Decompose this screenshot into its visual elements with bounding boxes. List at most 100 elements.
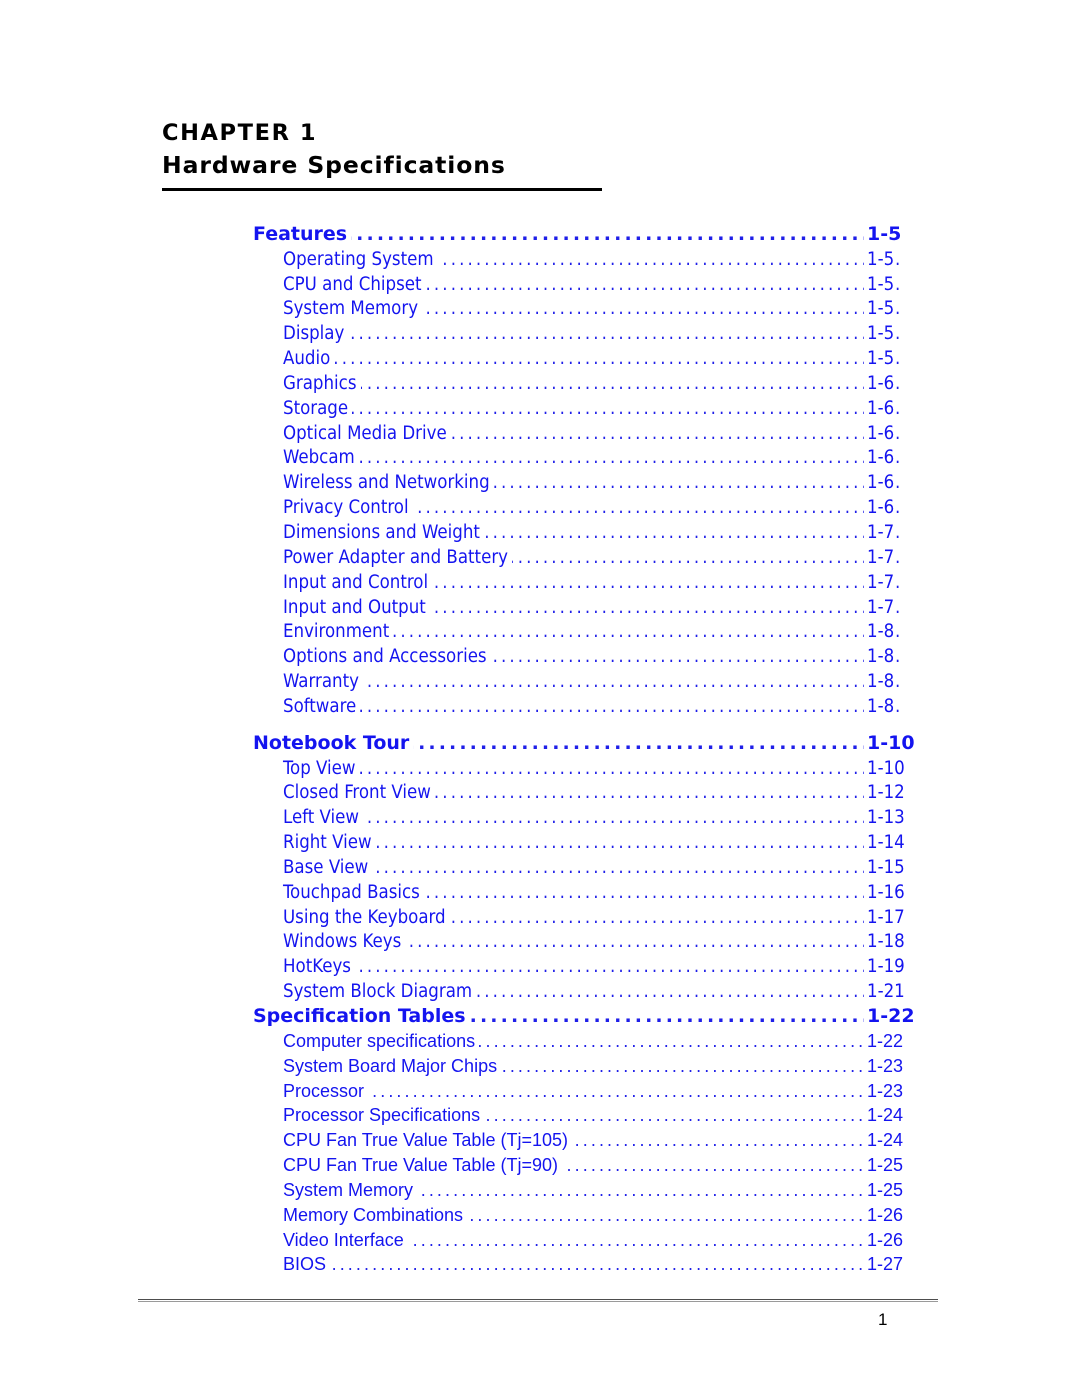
toc-entry-label: HotKeys	[283, 956, 355, 978]
toc-entry-label: CPU and Chipset	[283, 273, 426, 295]
toc-entry[interactable]: ........................................…	[0, 222, 1080, 247]
dot-leader: ........................................…	[283, 956, 900, 978]
toc-entry[interactable]: ........................................…	[0, 495, 1080, 520]
toc-entry-page-number: 1-16	[864, 881, 905, 903]
toc-entry-page-number: 1-6	[864, 472, 895, 494]
toc-entry-page-number: 1-5	[864, 323, 895, 345]
toc-entry-page-number: 1-14	[864, 832, 905, 854]
toc-entry-label: Touchpad Basics	[283, 881, 424, 903]
toc-entry-label: BIOS	[283, 1254, 331, 1276]
toc-entry[interactable]: ........................................…	[0, 371, 1080, 396]
toc-entry-page-number: 1-24	[864, 1130, 904, 1152]
toc-entry-label: Specification Tables	[253, 1005, 470, 1027]
toc-entry-page-number: 1-15	[864, 856, 905, 878]
toc-entry-page-number: 1-12	[864, 782, 905, 804]
toc-entry-label: Notebook Tour	[253, 731, 414, 754]
toc-entry[interactable]: ........................................…	[0, 1079, 1080, 1104]
toc-entry[interactable]: ........................................…	[0, 1153, 1080, 1178]
toc-entry-label: Optical Media Drive	[283, 422, 451, 444]
toc-entry[interactable]: ........................................…	[0, 446, 1080, 471]
toc-entry-label: Dimensions and Weight	[283, 521, 484, 543]
toc-entry[interactable]: ........................................…	[0, 694, 1080, 719]
toc-entry-page-number: 1-10	[864, 757, 905, 779]
toc-entry[interactable]: ........................................…	[0, 1104, 1080, 1129]
toc-entry-page-number: 1-27	[864, 1254, 904, 1276]
toc-section-gap	[0, 719, 1080, 731]
toc-entry[interactable]: ........................................…	[0, 396, 1080, 421]
toc-entry[interactable]: ........................................…	[0, 346, 1080, 371]
dot-leader: ........................................…	[283, 348, 900, 370]
toc-entry-page-number: 1-7	[864, 571, 895, 593]
toc-entry[interactable]: ........................................…	[0, 520, 1080, 545]
toc-entry[interactable]: ........................................…	[0, 669, 1080, 694]
toc-entry-page-number: 1-17	[864, 906, 905, 928]
toc-entry[interactable]: ........................................…	[0, 954, 1080, 979]
toc-entry[interactable]: ........................................…	[0, 855, 1080, 880]
toc-entry[interactable]: ........................................…	[0, 595, 1080, 620]
toc-entry[interactable]: ........................................…	[0, 1054, 1080, 1079]
toc-entry-page-number: 1-5	[864, 222, 902, 245]
toc-entry[interactable]: ........................................…	[0, 1178, 1080, 1203]
toc-entry[interactable]: ........................................…	[0, 930, 1080, 955]
dot-leader: ........................................…	[283, 372, 900, 394]
toc-entry[interactable]: ........................................…	[0, 1228, 1080, 1253]
toc-entry-label: Processor	[283, 1080, 369, 1102]
dot-leader: ........................................…	[283, 807, 900, 829]
dot-leader: ........................................…	[283, 1254, 900, 1275]
dot-leader: ........................................…	[283, 323, 900, 345]
toc-entry-label: Software	[283, 695, 361, 717]
toc-entry[interactable]: ........................................…	[0, 1253, 1080, 1278]
toc-entry-page-number: 1-6	[864, 372, 895, 394]
toc-entry[interactable]: ........................................…	[0, 880, 1080, 905]
toc-entry[interactable]: ........................................…	[0, 620, 1080, 645]
toc-entry-page-number: 1-10	[864, 731, 915, 754]
toc-entry-page-number: 1-8	[864, 621, 895, 643]
toc-entry[interactable]: ........................................…	[0, 731, 1080, 756]
toc-entry[interactable]: ........................................…	[0, 805, 1080, 830]
toc-entry-page-number: 1-5	[864, 298, 895, 320]
toc-entry-label: Environment	[283, 621, 394, 643]
toc-entry-page-number: 1-6	[864, 397, 895, 419]
toc-entry-label: Processor Specifications	[283, 1105, 485, 1127]
toc-entry[interactable]: ........................................…	[0, 1004, 1080, 1029]
toc-entry-page-number: 1-18	[864, 931, 905, 953]
toc-entry-label: CPU Fan True Value Table (Tj=105)	[283, 1130, 572, 1152]
toc-entry-page-number: 1-13	[864, 807, 905, 829]
toc-entry[interactable]: ........................................…	[0, 1128, 1080, 1153]
toc-entry-page-number: 1-7	[864, 521, 895, 543]
toc-entry-label: Right View	[283, 832, 376, 854]
toc-entry[interactable]: ........................................…	[0, 297, 1080, 322]
toc-entry[interactable]: ........................................…	[0, 830, 1080, 855]
toc-entry[interactable]: ........................................…	[0, 272, 1080, 297]
toc-entry-page-number: 1-5	[864, 273, 895, 295]
footer-rule	[138, 1299, 938, 1300]
toc-entry[interactable]: ........................................…	[0, 781, 1080, 806]
toc-entry-label: Windows Keys	[283, 931, 406, 953]
toc-entry[interactable]: ........................................…	[0, 644, 1080, 669]
toc-entry[interactable]: ........................................…	[0, 421, 1080, 446]
toc-entry-page-number: 1-5	[864, 248, 895, 270]
footer-rule-shadow	[138, 1301, 938, 1302]
toc-entry[interactable]: ........................................…	[0, 979, 1080, 1004]
dot-leader: ........................................…	[283, 856, 900, 878]
dot-leader: ........................................…	[283, 695, 900, 717]
toc-entry[interactable]: ........................................…	[0, 247, 1080, 272]
toc-entry-label: Features	[253, 222, 352, 245]
toc-entry[interactable]: ........................................…	[0, 570, 1080, 595]
toc-entry[interactable]: ........................................…	[0, 470, 1080, 495]
toc-entry-label: CPU Fan True Value Table (Tj=90)	[283, 1155, 562, 1177]
table-of-contents: ........................................…	[0, 222, 1080, 1277]
toc-entry[interactable]: ........................................…	[0, 545, 1080, 570]
toc-entry-label: Input and Control	[283, 571, 433, 593]
toc-entry[interactable]: ........................................…	[0, 321, 1080, 346]
dot-leader: ........................................…	[283, 447, 900, 469]
toc-entry[interactable]: ........................................…	[0, 905, 1080, 930]
toc-entry[interactable]: ........................................…	[0, 1029, 1080, 1054]
toc-entry[interactable]: ........................................…	[0, 1203, 1080, 1228]
toc-entry-label: Display	[283, 323, 349, 345]
toc-entry[interactable]: ........................................…	[0, 756, 1080, 781]
dot-leader: ........................................…	[283, 1080, 900, 1101]
dot-leader: ........................................…	[283, 397, 900, 419]
toc-entry-page-number: 1-21	[864, 981, 905, 1003]
toc-entry-page-number: 1-7	[864, 596, 895, 618]
